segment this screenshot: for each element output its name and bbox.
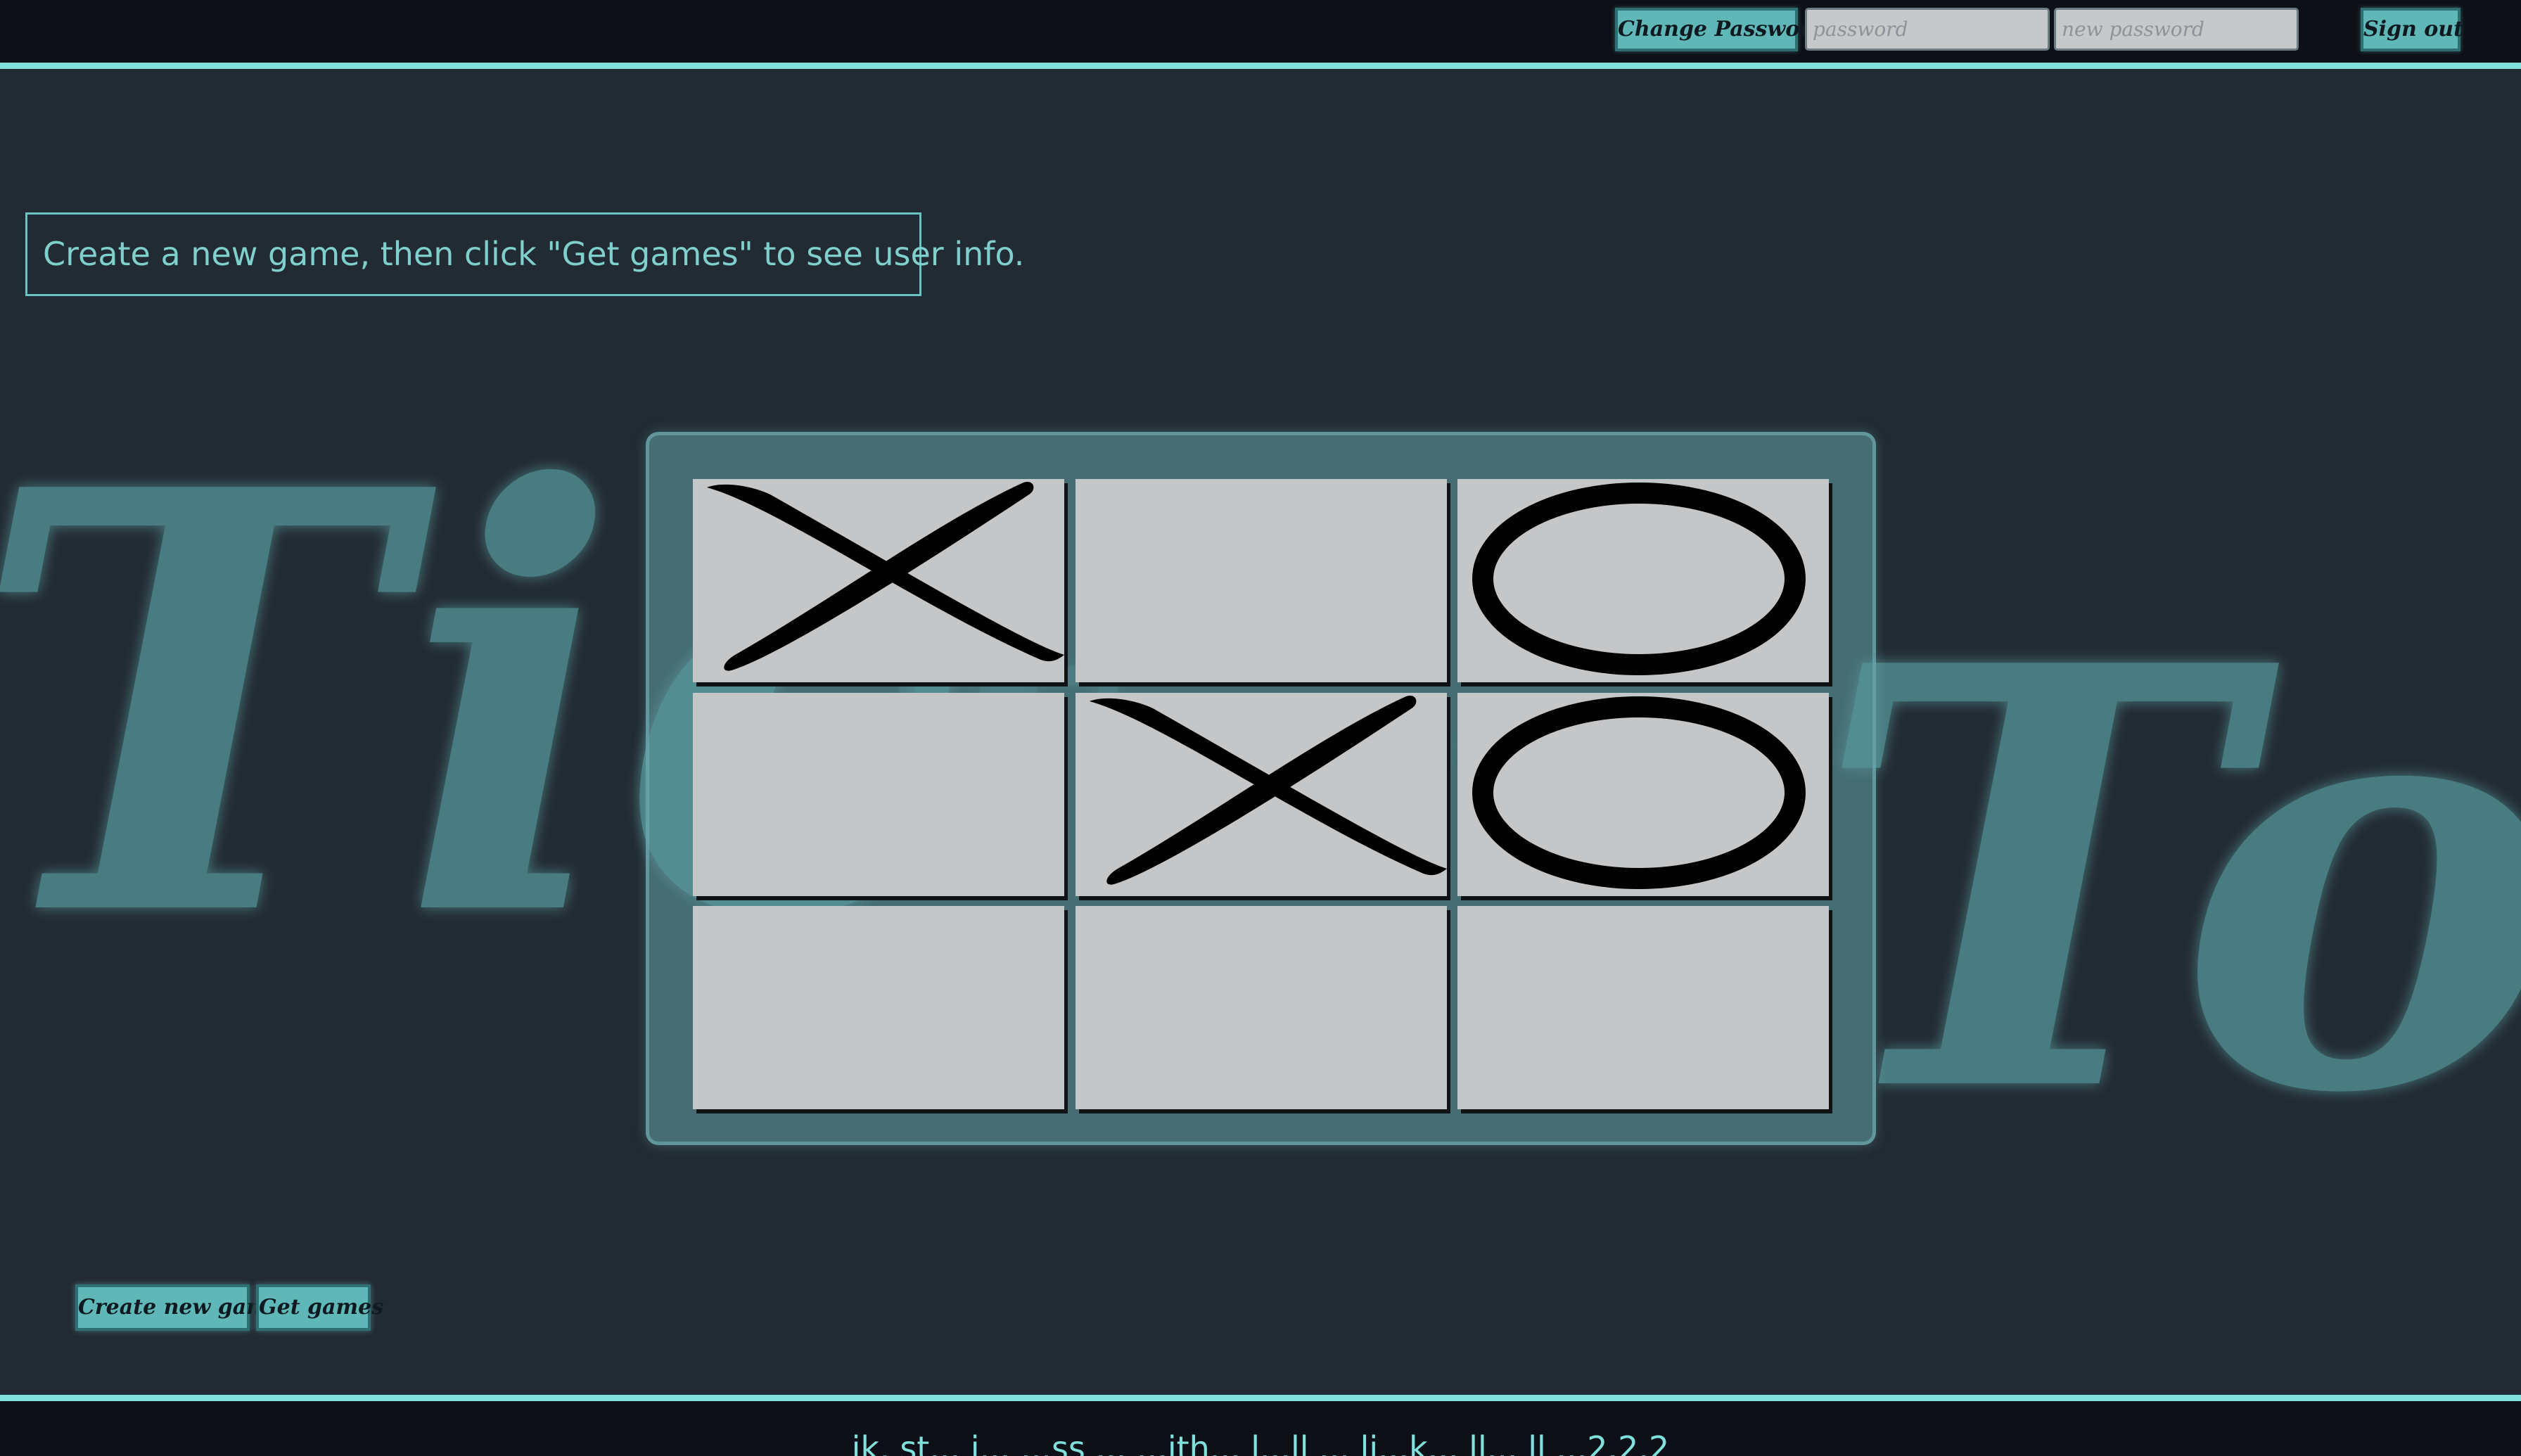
new-password-input[interactable]: [2054, 8, 2299, 51]
game-board: [646, 432, 1876, 1145]
board-cell-2[interactable]: [1076, 479, 1447, 682]
create-new-game-button[interactable]: Create new game: [75, 1284, 282, 1331]
board-cell-5[interactable]: [1076, 693, 1447, 896]
board-cell-1[interactable]: [693, 479, 1064, 682]
background-title-right: Toe: [1815, 542, 2521, 1132]
x-mark-icon: [707, 481, 1064, 671]
page: Tic Tac Toe Change Password Sign out Cre…: [0, 0, 2521, 1456]
footer-bar: ik, st... i... ...ss ... ...ith... l...l…: [0, 1395, 2521, 1456]
board-cell-4[interactable]: [693, 693, 1064, 896]
get-games-button[interactable]: Get games: [256, 1284, 383, 1331]
o-mark-icon: [1472, 696, 1806, 889]
header-bar: Change Password Sign out: [0, 0, 2521, 69]
footer-text: ik, st... i... ...ss ... ...ith... l...l…: [851, 1429, 1670, 1456]
board-cell-6[interactable]: [1457, 693, 1829, 896]
board-cell-7[interactable]: [693, 906, 1064, 1109]
board-cell-3[interactable]: [1457, 479, 1829, 682]
board-cell-9[interactable]: [1457, 906, 1829, 1109]
board-cell-8[interactable]: [1076, 906, 1447, 1109]
change-password-button[interactable]: Change Password: [1615, 8, 1825, 51]
password-input[interactable]: [1805, 8, 2050, 51]
status-message: Create a new game, then click "Get games…: [25, 212, 1024, 296]
x-mark-icon: [1090, 695, 1447, 885]
sign-out-button[interactable]: Sign out: [2361, 8, 2463, 51]
o-mark-icon: [1472, 483, 1806, 675]
